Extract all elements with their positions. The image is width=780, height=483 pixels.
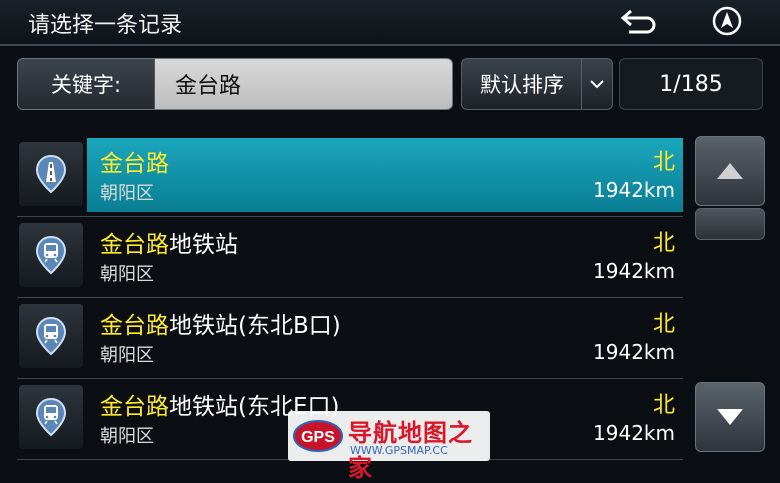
result-body: 金台路地铁站(东北B口) 朝阳区 北 1942km bbox=[87, 300, 683, 374]
result-name: 金台路地铁站(东北B口) bbox=[100, 313, 341, 339]
navigation-button[interactable] bbox=[704, 4, 750, 38]
result-district: 朝阳区 bbox=[100, 345, 154, 366]
subway-icon bbox=[19, 304, 83, 368]
result-district: 朝阳区 bbox=[100, 264, 154, 285]
navigation-arrow-icon bbox=[712, 6, 742, 36]
result-direction: 北 bbox=[652, 150, 675, 175]
result-distance: 1942km bbox=[593, 340, 675, 364]
result-row[interactable]: 金台路地铁站(东北B口) 朝阳区 北 1942km bbox=[17, 298, 683, 379]
result-district: 朝阳区 bbox=[100, 183, 154, 204]
scrollbar-thumb[interactable] bbox=[695, 208, 765, 240]
scroll-down-button[interactable] bbox=[695, 382, 765, 452]
result-district: 朝阳区 bbox=[100, 426, 154, 447]
back-button[interactable] bbox=[612, 4, 666, 38]
watermark-url: WWW.GPSMAP.CC bbox=[350, 444, 448, 457]
triangle-down-icon bbox=[717, 409, 743, 425]
result-direction: 北 bbox=[652, 312, 675, 337]
keyword-input[interactable]: 金台路 bbox=[155, 59, 452, 109]
result-direction: 北 bbox=[652, 231, 675, 256]
road-icon bbox=[19, 142, 83, 206]
watermark-logo-text: GPS bbox=[301, 429, 335, 446]
title-bar: 请选择一条记录 bbox=[0, 0, 780, 46]
page-title: 请选择一条记录 bbox=[28, 13, 183, 38]
result-distance: 1942km bbox=[593, 259, 675, 283]
sort-label: 默认排序 bbox=[480, 73, 564, 97]
result-name: 金台路 bbox=[100, 151, 169, 177]
result-body: 金台路 朝阳区 北 1942km bbox=[87, 138, 683, 212]
scroll-up-button[interactable] bbox=[695, 136, 765, 206]
triangle-up-icon bbox=[717, 163, 743, 179]
result-row[interactable]: 金台路地铁站 朝阳区 北 1942km bbox=[17, 217, 683, 298]
result-row[interactable]: 金台路 朝阳区 北 1942km bbox=[17, 136, 683, 217]
gps-logo-icon: GPS bbox=[293, 420, 343, 452]
subway-icon bbox=[19, 385, 83, 449]
result-direction: 北 bbox=[652, 393, 675, 418]
back-arrow-icon bbox=[620, 9, 656, 34]
keyword-label: 关键字: bbox=[18, 59, 155, 109]
result-name: 金台路地铁站 bbox=[100, 232, 238, 258]
keyword-search-box: 关键字: 金台路 bbox=[17, 58, 453, 110]
search-row: 关键字: 金台路 默认排序 1/185 bbox=[0, 56, 780, 112]
subway-icon bbox=[19, 223, 83, 287]
result-distance: 1942km bbox=[593, 421, 675, 445]
sort-dropdown[interactable]: 默认排序 bbox=[461, 58, 613, 110]
result-body: 金台路地铁站 朝阳区 北 1942km bbox=[87, 219, 683, 293]
watermark: GPS 导航地图之家 WWW.GPSMAP.CC bbox=[288, 411, 490, 482]
result-count: 1/185 bbox=[619, 58, 763, 110]
result-distance: 1942km bbox=[593, 178, 675, 202]
chevron-down-icon bbox=[581, 59, 612, 109]
